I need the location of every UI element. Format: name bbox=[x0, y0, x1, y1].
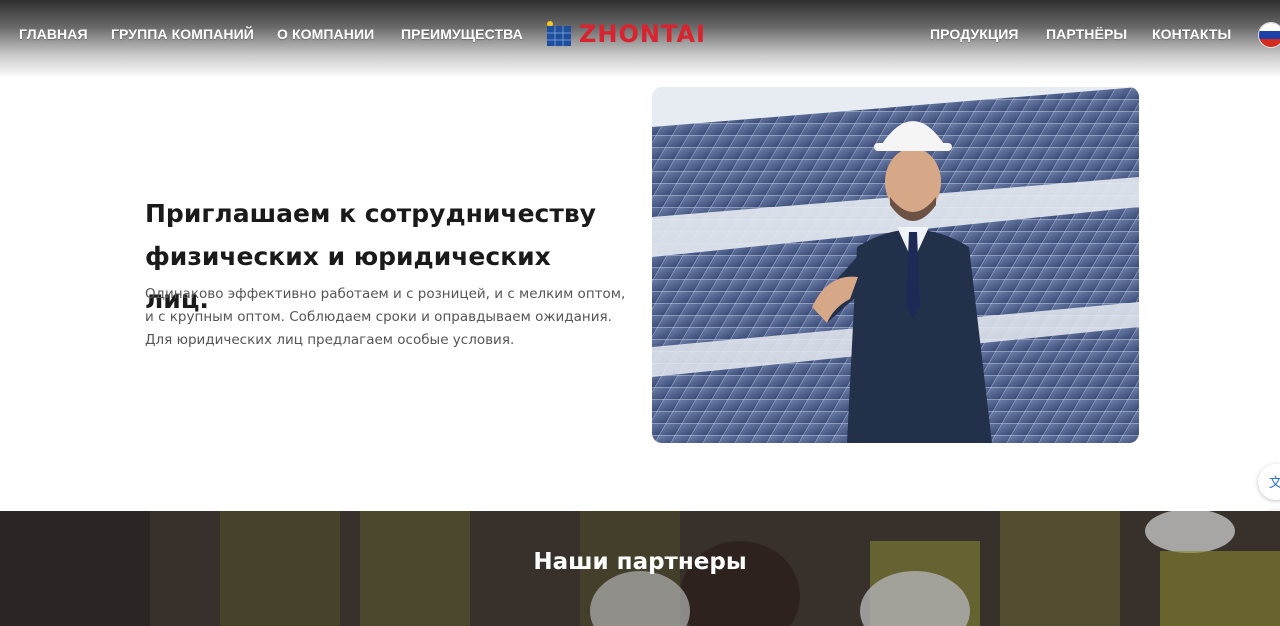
partners-section: Наши партнеры bbox=[0, 511, 1280, 626]
hero-description: Одинаково эффективно работаем и с розниц… bbox=[145, 286, 626, 348]
nav-link-products[interactable]: ПРОДУКЦИЯ bbox=[930, 26, 1019, 44]
engineer-solar-panels-photo bbox=[652, 87, 1139, 443]
site-header: ГЛАВНАЯ ГРУППА КОМПАНИЙ О КОМПАНИИ ПРЕИМ… bbox=[0, 0, 1280, 78]
russia-flag-icon[interactable] bbox=[1258, 22, 1280, 48]
nav-link-partners[interactable]: ПАРТНЁРЫ bbox=[1046, 26, 1127, 44]
logo-text: ZHONTAI bbox=[579, 20, 706, 48]
nav-link-contacts[interactable]: КОНТАКТЫ bbox=[1152, 26, 1231, 44]
nav-link-advantages[interactable]: ПРЕИМУЩЕСТВА bbox=[401, 26, 523, 44]
nav-link-group[interactable]: ГРУППА КОМПАНИЙ bbox=[111, 26, 254, 44]
nav-link-home[interactable]: ГЛАВНАЯ bbox=[19, 26, 88, 44]
partners-title: Наши партнеры bbox=[533, 549, 747, 575]
translate-icon[interactable]: 文 bbox=[1258, 464, 1280, 500]
logo[interactable]: ZHONTAI bbox=[545, 19, 745, 49]
solar-panel-icon bbox=[545, 20, 573, 48]
nav-link-about[interactable]: О КОМПАНИИ bbox=[277, 26, 374, 44]
hero-title-line-1: Приглашаем к сотрудничеству bbox=[145, 199, 596, 228]
svg-text:文: 文 bbox=[1269, 476, 1280, 491]
